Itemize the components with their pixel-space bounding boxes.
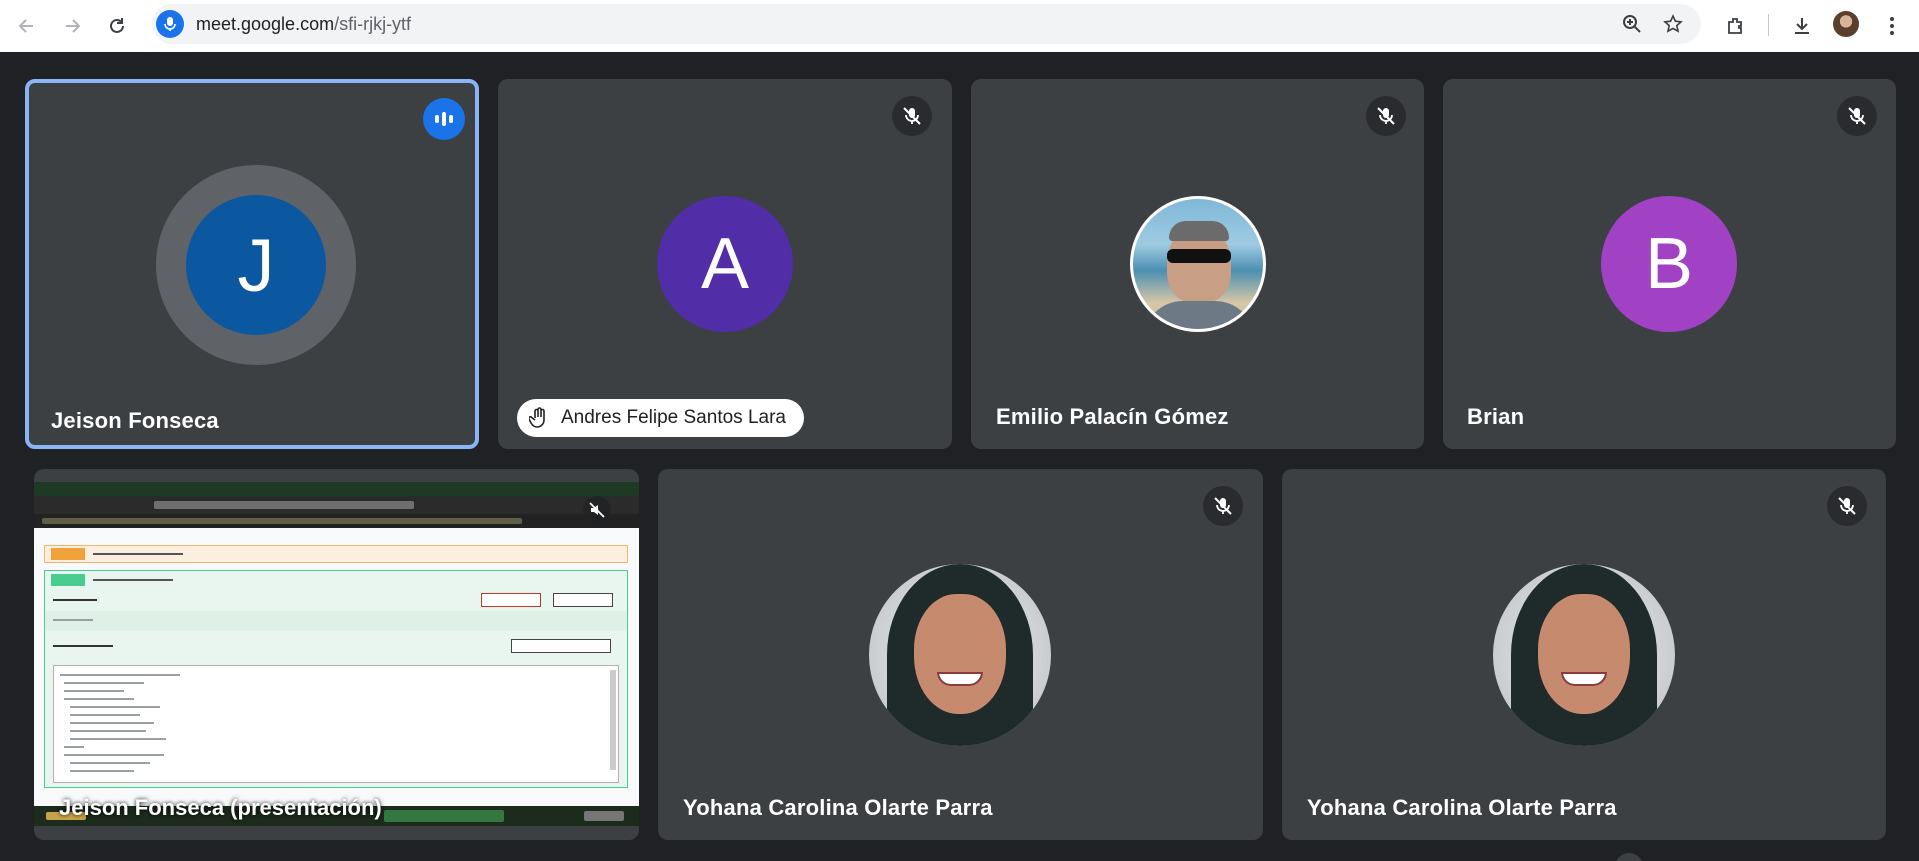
speaking-indicator-icon	[423, 98, 465, 140]
back-button[interactable]	[11, 10, 43, 42]
browser-toolbar: meet.google.com/sfi-rjkj-ytf	[0, 0, 1919, 52]
mic-off-icon	[1827, 486, 1867, 526]
put-endpoint-row	[44, 545, 628, 563]
shared-address-bar	[34, 496, 639, 514]
arrow-right-icon	[66, 19, 81, 33]
raised-hand-chip: Andres Felipe Santos Lara	[517, 399, 804, 437]
participant-name: Brian	[1467, 404, 1525, 429]
menu-kebab-icon[interactable]	[1876, 10, 1908, 42]
cancel-mini-button	[481, 593, 541, 607]
bookmark-star-icon[interactable]	[1661, 12, 1685, 36]
profile-photo	[1130, 196, 1266, 332]
raised-hand-icon	[529, 407, 545, 428]
address-bar[interactable]: meet.google.com/sfi-rjkj-ytf	[152, 4, 1701, 44]
forward-button[interactable]	[56, 10, 88, 42]
microphone-icon[interactable]	[156, 10, 184, 38]
participant-tile[interactable]: Yohana Carolina Olarte Parra	[658, 469, 1263, 840]
reload-button[interactable]	[101, 10, 133, 42]
participant-name: Yohana Carolina Olarte Parra	[683, 795, 993, 820]
profile-photo	[1493, 564, 1675, 746]
download-icon[interactable]	[1786, 10, 1818, 42]
post-endpoint-panel	[44, 570, 628, 788]
participant-tile[interactable]: Yohana Carolina Olarte Parra	[1282, 469, 1886, 840]
mic-off-icon	[892, 96, 932, 136]
extensions-icon[interactable]	[1720, 10, 1752, 42]
avatar: J	[186, 195, 326, 335]
participant-name: Yohana Carolina Olarte Parra	[1307, 795, 1617, 820]
volume-off-icon	[583, 496, 611, 524]
avatar-initial: A	[700, 224, 750, 304]
shared-bookmarks-bar	[34, 514, 639, 528]
avatar: B	[1601, 196, 1737, 332]
request-body-editor	[53, 665, 619, 783]
url-text[interactable]: meet.google.com/sfi-rjkj-ytf	[196, 14, 411, 35]
arrow-left-icon	[18, 19, 33, 33]
mic-off-icon	[1366, 96, 1406, 136]
mic-off-icon	[1203, 486, 1243, 526]
zoom-icon[interactable]	[1620, 12, 1644, 36]
shared-tab-bar	[34, 482, 639, 496]
avatar: A	[657, 196, 793, 332]
reset-mini-button	[553, 593, 613, 607]
profile-avatar[interactable]	[1833, 11, 1859, 37]
toolbar-divider	[1768, 14, 1769, 36]
participant-name: Jeison Fonseca (presentación)	[59, 795, 382, 820]
participant-name: Emilio Palacín Gómez	[996, 404, 1229, 429]
scroll-handle[interactable]	[1615, 853, 1643, 861]
mic-off-icon	[1837, 96, 1877, 136]
url-path: /sfi-rjkj-ytf	[334, 14, 412, 34]
shared-screen	[34, 482, 639, 826]
reload-icon	[110, 18, 124, 33]
profile-photo	[869, 564, 1051, 746]
participant-tile[interactable]: J Jeison Fonseca	[25, 79, 479, 449]
participant-tile[interactable]: A Andres Felipe Santos Lara	[498, 79, 952, 449]
avatar-initial: J	[237, 223, 275, 307]
participant-tile[interactable]: Emilio Palacín Gómez	[971, 79, 1424, 449]
participant-tile[interactable]: B Brian	[1443, 79, 1896, 449]
participant-name: Andres Felipe Santos Lara	[561, 407, 786, 428]
participant-name: Jeison Fonseca	[51, 408, 219, 433]
url-host: meet.google.com	[196, 14, 335, 34]
avatar-initial: B	[1644, 224, 1694, 304]
